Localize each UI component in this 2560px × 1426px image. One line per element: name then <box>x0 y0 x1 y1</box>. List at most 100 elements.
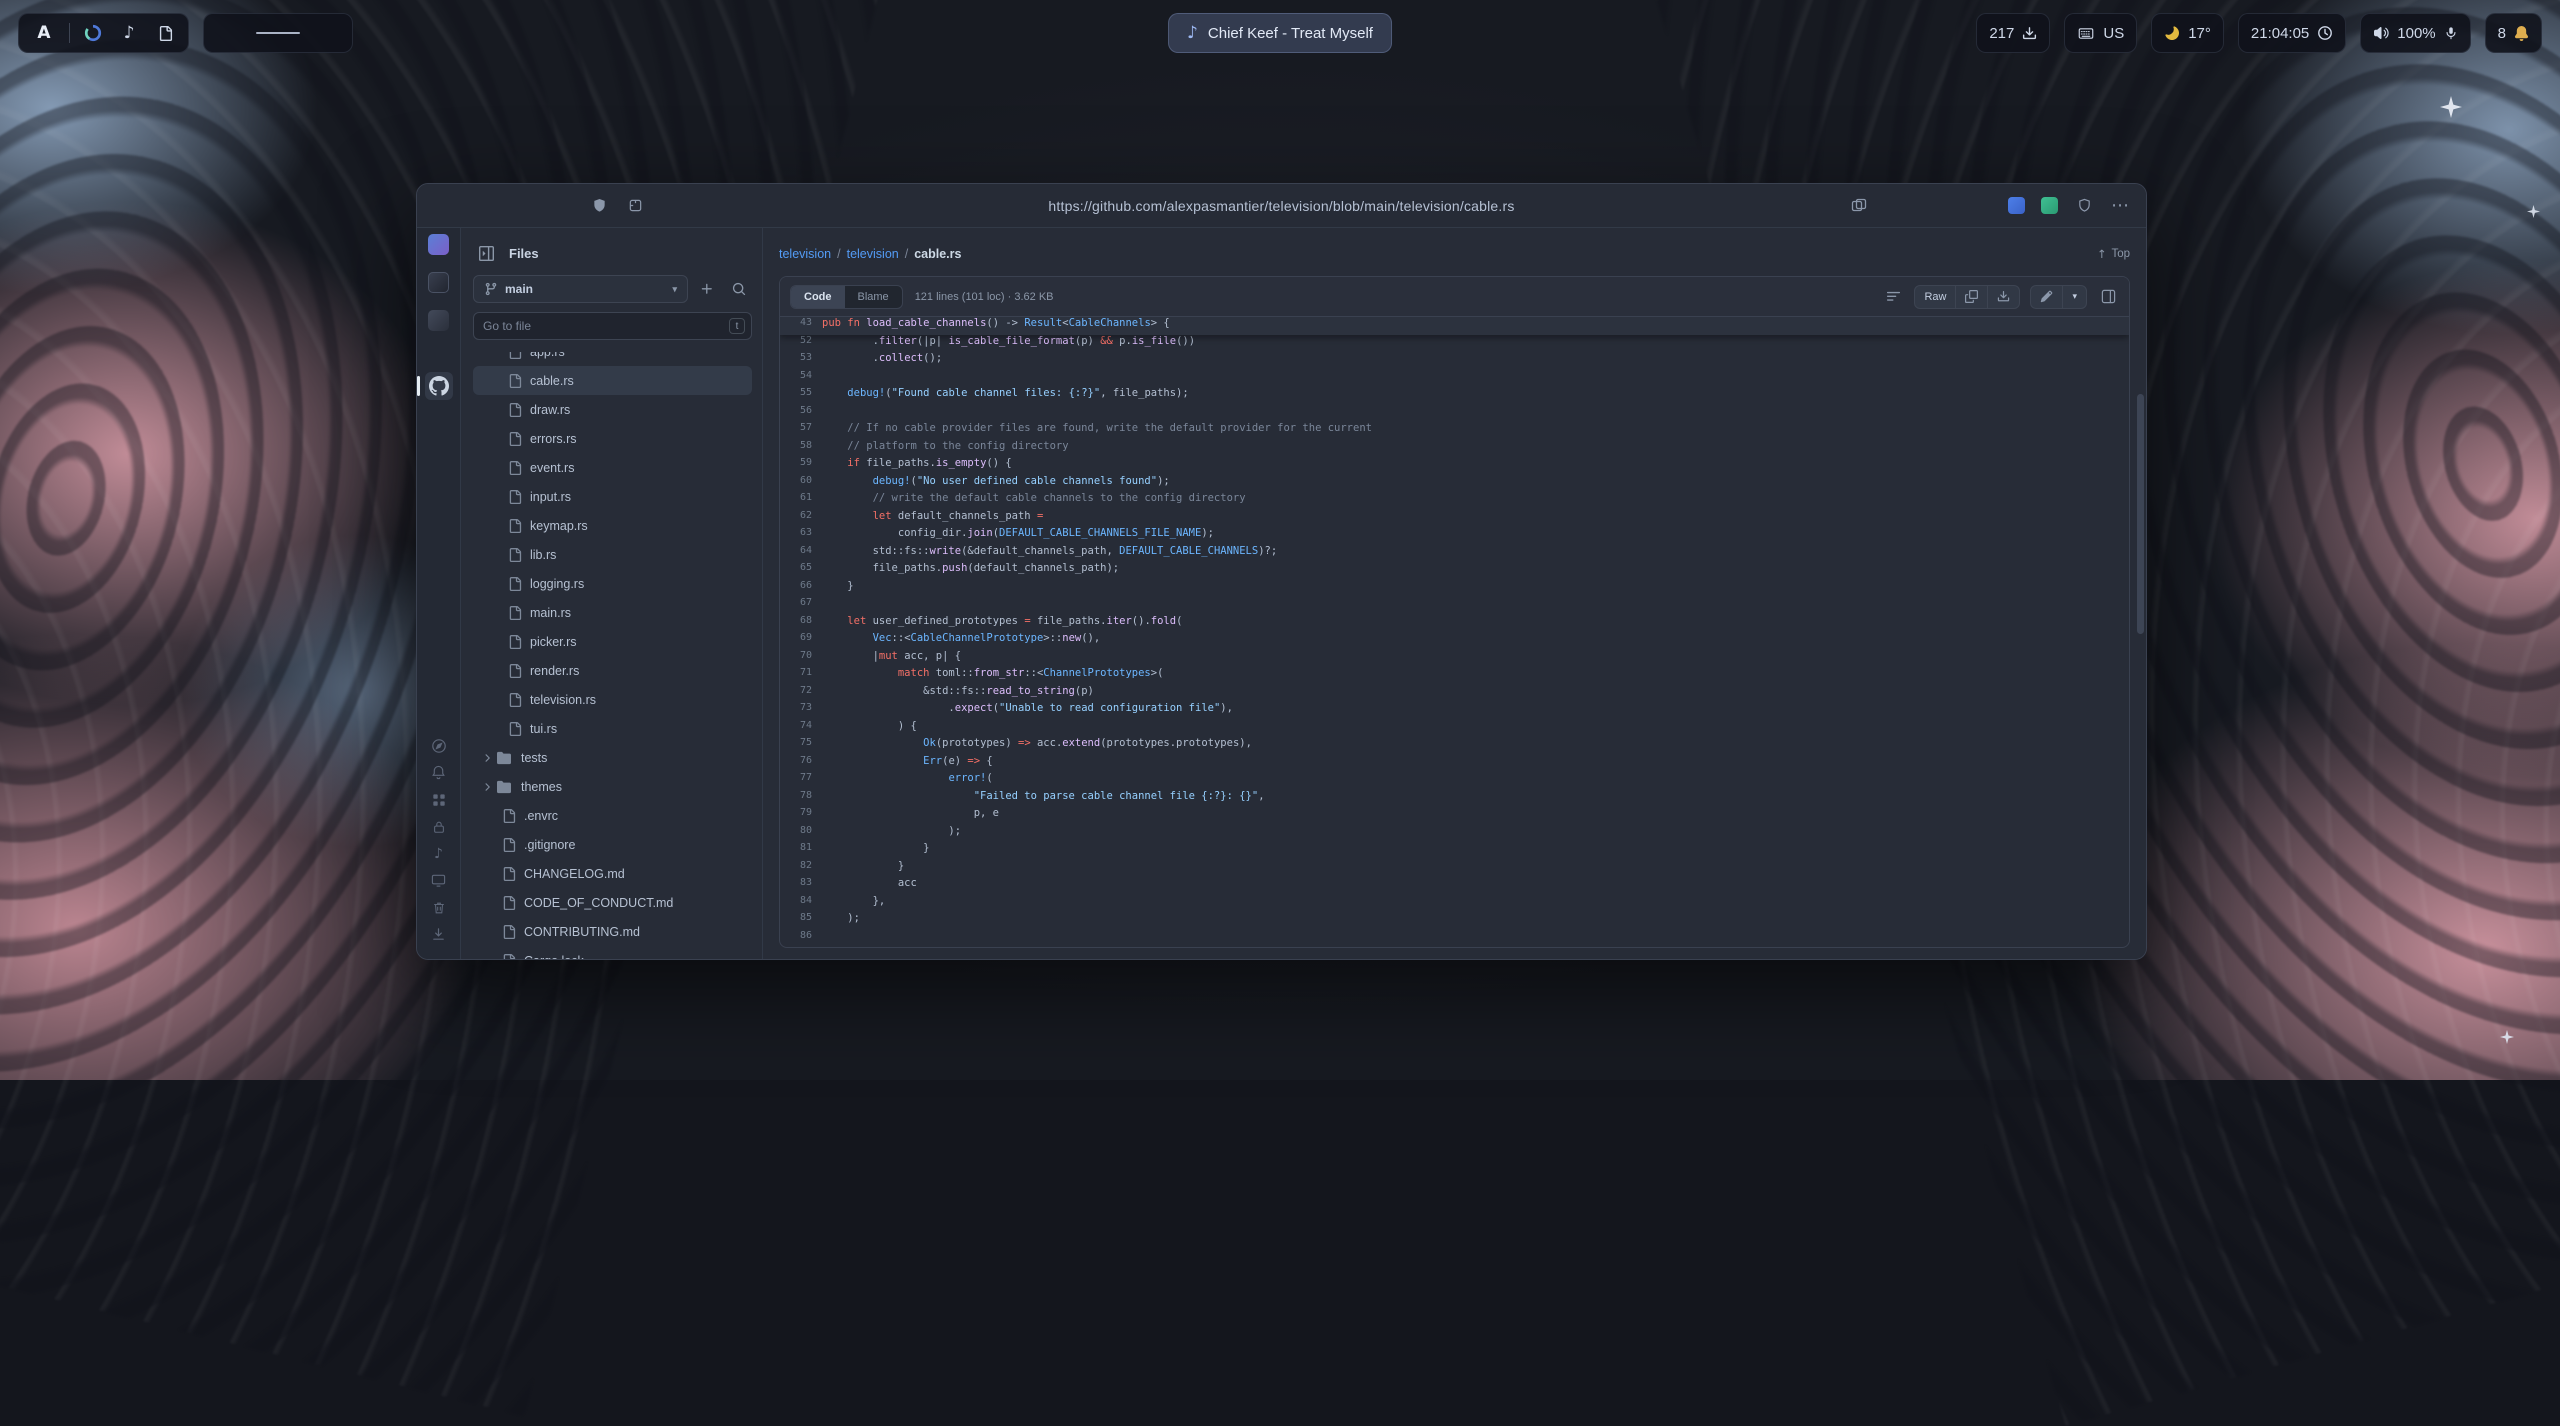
edit-pencil-icon[interactable] <box>2030 285 2063 309</box>
line-number[interactable]: 53 <box>780 352 822 370</box>
line-number[interactable]: 43 <box>780 317 822 335</box>
file-icon[interactable] <box>152 20 178 46</box>
copy-raw-icon[interactable] <box>1955 285 1988 309</box>
line-number[interactable]: 52 <box>780 335 822 353</box>
notifications-widget[interactable]: 8 <box>2485 13 2542 53</box>
line-number[interactable]: 85 <box>780 912 822 930</box>
gauge-icon[interactable] <box>80 20 106 46</box>
bell-outline-icon[interactable] <box>430 764 447 781</box>
tree-item-tests[interactable]: tests <box>473 743 752 772</box>
browser-tab-2[interactable] <box>428 272 449 293</box>
collapse-sidebar-icon[interactable] <box>473 240 499 266</box>
line-number[interactable]: 58 <box>780 440 822 458</box>
tree-item-.envrc[interactable]: .envrc <box>473 801 752 830</box>
clock-widget[interactable]: 21:04:05 <box>2238 13 2346 53</box>
line-number[interactable]: 81 <box>780 842 822 860</box>
tree-item-CONTRIBUTING.md[interactable]: CONTRIBUTING.md <box>473 917 752 946</box>
weather-widget[interactable]: 17° <box>2151 13 2224 53</box>
line-number[interactable]: 84 <box>780 895 822 913</box>
line-number[interactable]: 55 <box>780 387 822 405</box>
tree-item-Cargo.lock[interactable]: Cargo.lock <box>473 946 752 959</box>
tree-item-draw.rs[interactable]: draw.rs <box>473 395 752 424</box>
tree-item-CODE_OF_CONDUCT.md[interactable]: CODE_OF_CONDUCT.md <box>473 888 752 917</box>
taskbar-window-indicator[interactable] <box>203 13 353 53</box>
browser-tab-3[interactable] <box>428 310 449 331</box>
line-number[interactable]: 64 <box>780 545 822 563</box>
line-number[interactable]: 68 <box>780 615 822 633</box>
back-to-top-link[interactable]: ↑ Top <box>2097 247 2130 261</box>
menu-ellipsis-icon[interactable]: ⋯ <box>2110 196 2130 216</box>
compass-icon[interactable] <box>430 737 447 754</box>
tree-item-logging.rs[interactable]: logging.rs <box>473 569 752 598</box>
add-file-icon[interactable] <box>694 276 720 302</box>
search-icon[interactable] <box>726 276 752 302</box>
downloads-icon[interactable] <box>430 926 447 943</box>
tree-item-.gitignore[interactable]: .gitignore <box>473 830 752 859</box>
tab-blame[interactable]: Blame <box>845 286 902 308</box>
tree-item-render.rs[interactable]: render.rs <box>473 656 752 685</box>
goto-file-input[interactable] <box>473 312 752 340</box>
download-raw-icon[interactable] <box>1987 285 2020 309</box>
raw-button[interactable]: Raw <box>1914 285 1956 309</box>
line-number[interactable]: 71 <box>780 667 822 685</box>
line-number[interactable]: 65 <box>780 562 822 580</box>
tree-item-lib.rs[interactable]: lib.rs <box>473 540 752 569</box>
line-number[interactable]: 72 <box>780 685 822 703</box>
music-icon[interactable]: ♪ <box>116 20 142 46</box>
line-number[interactable]: 80 <box>780 825 822 843</box>
line-number[interactable]: 54 <box>780 370 822 388</box>
line-number[interactable]: 70 <box>780 650 822 668</box>
line-number[interactable]: 62 <box>780 510 822 528</box>
line-number[interactable]: 57 <box>780 422 822 440</box>
line-number[interactable]: 74 <box>780 720 822 738</box>
url-bar[interactable]: https://github.com/alexpasmantier/televi… <box>417 198 2146 214</box>
tree-item-cable.rs[interactable]: cable.rs <box>473 366 752 395</box>
monitor-icon[interactable] <box>430 872 447 889</box>
breadcrumb-dir-link[interactable]: television <box>847 247 899 261</box>
downloads-widget[interactable]: 217 <box>1976 13 2050 53</box>
line-number[interactable]: 56 <box>780 405 822 423</box>
line-number[interactable]: 63 <box>780 527 822 545</box>
line-number[interactable]: 61 <box>780 492 822 510</box>
split-view-icon[interactable] <box>1849 196 1869 216</box>
tree-item-themes[interactable]: themes <box>473 772 752 801</box>
window-scrollbar-thumb[interactable] <box>2137 394 2144 634</box>
line-number[interactable]: 82 <box>780 860 822 878</box>
tree-item-television.rs[interactable]: television.rs <box>473 685 752 714</box>
line-number[interactable]: 79 <box>780 807 822 825</box>
line-number[interactable]: 83 <box>780 877 822 895</box>
line-number[interactable]: 60 <box>780 475 822 493</box>
tree-item-picker.rs[interactable]: picker.rs <box>473 627 752 656</box>
edit-dropdown-caret-icon[interactable]: ▾ <box>2062 285 2087 309</box>
expand-panel-icon[interactable] <box>2097 286 2119 308</box>
line-number[interactable]: 73 <box>780 702 822 720</box>
tab-code[interactable]: Code <box>791 286 845 308</box>
symbols-panel-icon[interactable] <box>1882 286 1904 308</box>
line-number[interactable]: 66 <box>780 580 822 598</box>
media-player-widget[interactable]: ♪ Chief Keef - Treat Myself <box>1168 13 1392 53</box>
apps-grid-icon[interactable] <box>430 791 447 808</box>
tree-item-app.rs[interactable]: app.rs <box>473 352 752 366</box>
line-number[interactable]: 77 <box>780 772 822 790</box>
volume-widget[interactable]: 100% <box>2360 13 2470 53</box>
line-number[interactable]: 75 <box>780 737 822 755</box>
keyboard-layout-widget[interactable]: US <box>2064 13 2137 53</box>
line-number[interactable]: 67 <box>780 597 822 615</box>
trash-icon[interactable] <box>430 899 447 916</box>
line-number[interactable]: 76 <box>780 755 822 773</box>
branch-selector-button[interactable]: main ▾ <box>473 275 688 303</box>
browser-tab-1[interactable] <box>428 234 449 255</box>
browser-tab-github-active[interactable] <box>425 372 453 400</box>
music-note-icon[interactable]: ♪ <box>430 845 447 862</box>
privacy-shield-icon[interactable] <box>2074 196 2094 216</box>
tree-item-event.rs[interactable]: event.rs <box>473 453 752 482</box>
tree-item-tui.rs[interactable]: tui.rs <box>473 714 752 743</box>
tree-item-input.rs[interactable]: input.rs <box>473 482 752 511</box>
breadcrumb-repo-link[interactable]: television <box>779 247 831 261</box>
tree-item-keymap.rs[interactable]: keymap.rs <box>473 511 752 540</box>
line-number[interactable]: 69 <box>780 632 822 650</box>
lock-icon[interactable] <box>430 818 447 835</box>
tree-item-main.rs[interactable]: main.rs <box>473 598 752 627</box>
line-number[interactable]: 86 <box>780 930 822 948</box>
extension-badge-green[interactable] <box>2041 197 2058 214</box>
